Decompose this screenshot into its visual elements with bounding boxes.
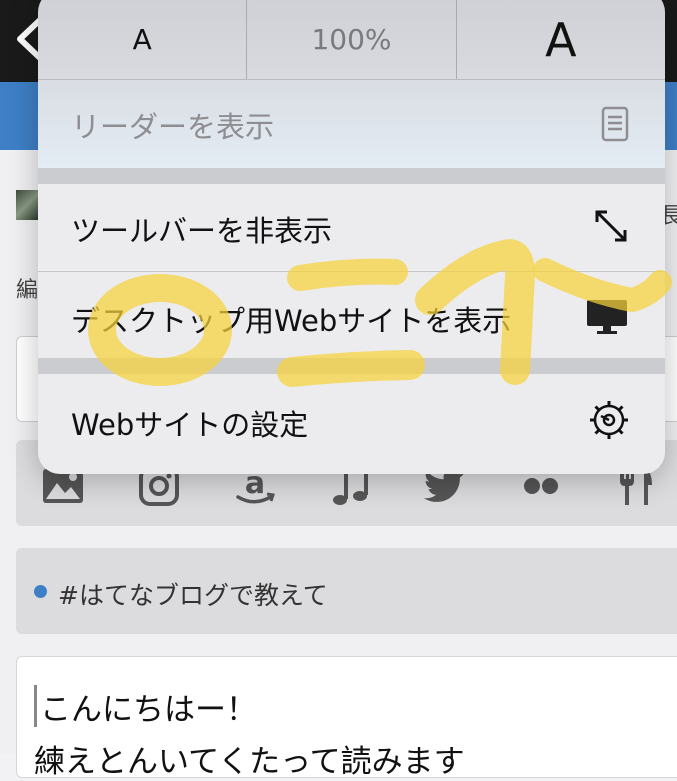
website-settings-label: Webサイトの設定 — [71, 408, 309, 442]
desktop-site-item[interactable]: デスクトップ用Webサイトを表示 — [38, 271, 665, 358]
gear-icon — [590, 401, 628, 439]
show-reader-item[interactable]: リーダーを表示 — [38, 79, 665, 169]
hashtag-dot — [34, 585, 47, 598]
increase-text-size-button[interactable]: A — [457, 0, 665, 79]
desktop-icon — [587, 300, 627, 334]
desktop-site-label: デスクトップ用Webサイトを表示 — [71, 304, 512, 338]
expand-arrows-icon — [595, 210, 627, 242]
body-text-line: こんにちはー！ — [40, 692, 257, 728]
hashtag-label[interactable]: #はてなブログで教えて — [58, 576, 328, 612]
decrease-text-size-button[interactable]: A — [38, 0, 248, 79]
edge-label-left: 編 — [16, 278, 39, 303]
zoom-percentage[interactable]: 100% — [247, 0, 457, 79]
avatar — [16, 190, 38, 220]
page-options-menu: A 100% A リーダーを表示 ツールバーを非表示 デスクトップ用Webサイト… — [38, 0, 665, 474]
hide-toolbar-label: ツールバーを非表示 — [71, 214, 333, 248]
website-settings-item[interactable]: Webサイトの設定 — [38, 374, 665, 474]
reader-icon — [601, 106, 629, 142]
menu-separator — [38, 358, 665, 374]
body-text-line: 練えとんいてくたって読みます — [34, 744, 465, 780]
show-reader-label: リーダーを表示 — [71, 110, 275, 144]
text-caret — [34, 685, 37, 727]
hide-toolbar-item[interactable]: ツールバーを非表示 — [38, 184, 665, 270]
menu-separator — [38, 168, 665, 184]
zoom-controls: A 100% A — [38, 0, 665, 79]
